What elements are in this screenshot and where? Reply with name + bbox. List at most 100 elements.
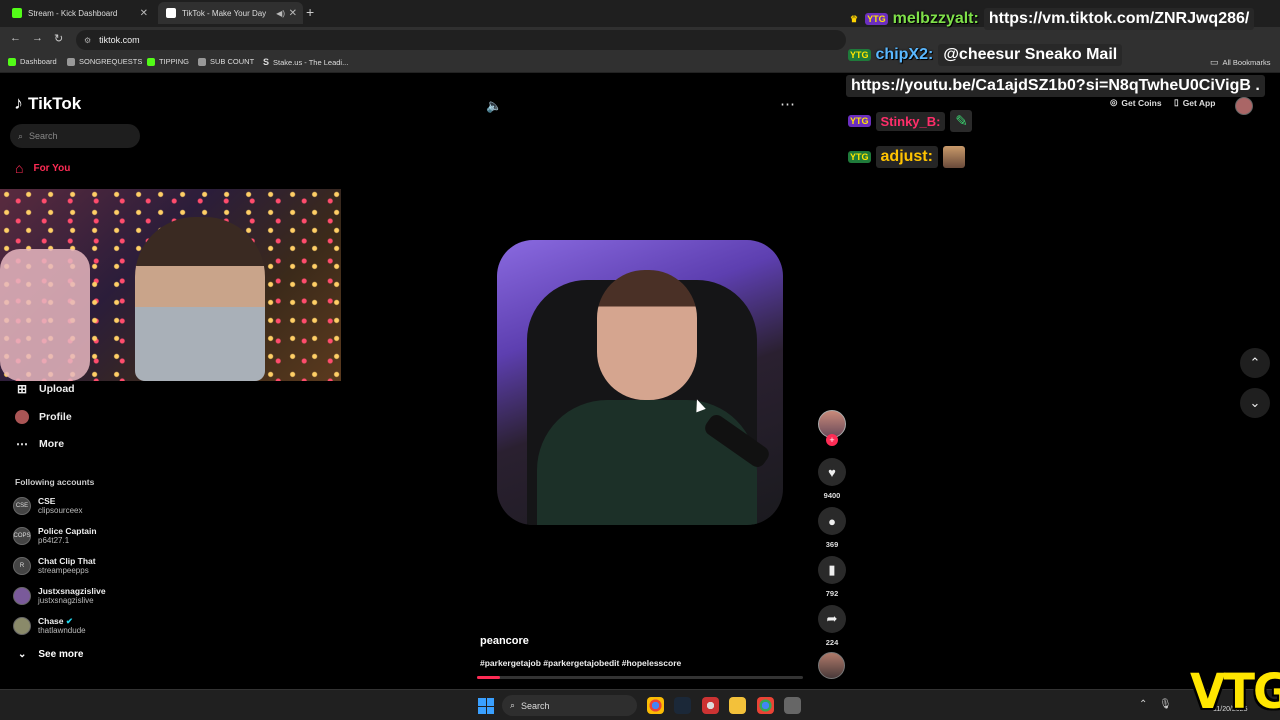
account-avatar xyxy=(13,587,31,605)
all-bookmarks[interactable]: ▭ All Bookmarks xyxy=(1210,57,1270,68)
follow-plus-icon[interactable]: + xyxy=(826,434,838,446)
chrome-icon[interactable] xyxy=(647,697,664,714)
save-count: 792 xyxy=(825,589,839,598)
chat-message: YTG adjust: xyxy=(848,146,965,168)
account-name: Justxsnagzislive xyxy=(38,586,106,596)
tray-chevron-up-icon[interactable]: ⌃ xyxy=(1139,699,1147,710)
save-button[interactable]: ▮ 792 xyxy=(817,556,847,598)
share-icon: ➦ xyxy=(818,605,846,633)
forward-icon[interactable]: → xyxy=(32,32,43,44)
see-more-button[interactable]: ⌄ See more xyxy=(18,649,83,660)
stake-icon: S xyxy=(263,57,270,67)
account-name: Chat Clip That xyxy=(38,556,96,566)
taskbar-search-label: Search xyxy=(521,700,550,711)
comment-button[interactable]: ● 369 xyxy=(817,507,847,549)
account-handle: justxsnagzislive xyxy=(38,596,94,605)
chevron-down-icon: ⌄ xyxy=(1249,395,1261,410)
url-text: tiktok.com xyxy=(99,35,140,45)
kick-favicon-icon xyxy=(12,8,22,18)
bookmark-label: TIPPING xyxy=(159,57,190,66)
tiktok-logo[interactable]: ♪ TikTok xyxy=(14,93,81,114)
like-count: 9400 xyxy=(823,491,841,500)
chat-message: https://youtu.be/Ca1ajdSZ1b0?si=N8qTwheU… xyxy=(846,75,1265,97)
steam-icon[interactable] xyxy=(674,697,691,714)
windows-start-icon[interactable] xyxy=(478,698,494,714)
bookmark-stake[interactable]: S Stake.us - The Leadi... xyxy=(263,57,348,67)
bookmark-tipping[interactable]: TIPPING xyxy=(147,57,189,66)
url-input[interactable]: ⚙ tiktok.com xyxy=(76,30,846,50)
reload-icon[interactable]: ↻ xyxy=(54,32,63,45)
brand-name: TikTok xyxy=(28,93,82,113)
bookmark-dashboard[interactable]: Dashboard xyxy=(8,57,57,66)
creator-avatar[interactable]: + xyxy=(817,410,847,446)
kick-icon xyxy=(147,57,155,66)
site-info-icon[interactable]: ⚙ xyxy=(84,36,91,45)
more-options-icon[interactable]: ⋯ xyxy=(780,95,795,113)
profile-avatar-mini[interactable] xyxy=(1235,97,1253,115)
following-account[interactable]: COPS Police Captain p64t27.1 xyxy=(13,526,97,546)
account-handle: thatlawndude xyxy=(38,626,86,635)
search-icon: ⌕ xyxy=(510,700,516,710)
previous-video-button[interactable]: ⌃ xyxy=(1240,348,1270,378)
next-video-button[interactable]: ⌄ xyxy=(1240,388,1270,418)
gaming-chair xyxy=(0,249,90,381)
get-coins-label: Get Coins xyxy=(1121,97,1162,108)
tab-title: Stream - Kick Dashboard xyxy=(28,8,118,18)
volume-icon[interactable]: 🔈 xyxy=(486,98,502,114)
chat-message: ♛ YTG melbzzyalt: https://vm.tiktok.com/… xyxy=(848,8,1255,30)
taskbar-search[interactable]: ⌕ Search xyxy=(502,695,637,716)
nav-label: Upload xyxy=(39,383,75,395)
video-player[interactable] xyxy=(497,240,783,525)
all-bookmarks-label: All Bookmarks xyxy=(1222,58,1271,67)
file-explorer-icon[interactable] xyxy=(729,697,746,714)
microphone-icon[interactable]: 🎙 xyxy=(1159,699,1172,710)
video-hashtags[interactable]: #parkergetajob #parkergetajobedit #hopel… xyxy=(480,658,681,668)
chat-text: @cheesur Sneako Mail xyxy=(938,44,1123,66)
account-name: Chase ✔ xyxy=(38,616,74,626)
streamer-webcam-overlay xyxy=(0,189,341,381)
nav-upload[interactable]: ⊞ Upload xyxy=(15,382,75,396)
following-account[interactable]: Chase ✔ thatlawndude xyxy=(13,616,86,636)
account-avatar: COPS xyxy=(13,527,31,545)
nav-more[interactable]: ⋯ More xyxy=(15,437,64,451)
obs-icon[interactable] xyxy=(702,697,719,714)
crown-badge-icon: ♛ xyxy=(850,13,859,24)
video-username[interactable]: peancore xyxy=(480,635,529,647)
bookmark-songrequests[interactable]: SONGREQUESTS xyxy=(67,57,142,66)
following-account[interactable]: R Chat Clip That streampeepps xyxy=(13,556,96,576)
chevron-up-icon: ⌃ xyxy=(1249,355,1261,370)
nav-for-you[interactable]: ⌂ For You xyxy=(15,160,70,176)
close-tab-icon[interactable]: ✕ xyxy=(140,8,148,19)
chat-username: melbzzyalt: xyxy=(892,10,979,27)
close-tab-icon[interactable]: ✕ xyxy=(289,8,297,19)
new-tab-button[interactable]: + xyxy=(306,4,314,20)
settings-gear-icon[interactable] xyxy=(784,697,801,714)
video-progress-bar[interactable] xyxy=(477,676,803,679)
following-account[interactable]: Justxsnagzislive justxsnagzislive xyxy=(13,586,106,606)
bookmark-sub-count[interactable]: SUB COUNT xyxy=(198,57,254,66)
tab-kick-dashboard[interactable]: Stream - Kick Dashboard ✕ xyxy=(4,2,154,24)
account-avatar: CSE xyxy=(13,497,31,515)
chrome-profile-icon[interactable] xyxy=(757,697,774,714)
search-input[interactable]: ⌕ Search xyxy=(10,124,140,148)
chat-text: https://vm.tiktok.com/ZNRJwq286/ xyxy=(983,8,1255,30)
chat-message: YTG chipX2: @cheesur Sneako Mail xyxy=(848,44,1123,66)
tiktok-favicon-icon xyxy=(166,8,176,18)
streamelements-icon xyxy=(67,57,75,66)
like-button[interactable]: ♥ 9400 xyxy=(817,458,847,500)
tab-tiktok[interactable]: TikTok - Make Your Day ◀) ✕ xyxy=(158,2,303,24)
nav-profile[interactable]: Profile xyxy=(15,410,72,424)
back-icon[interactable]: ← xyxy=(10,32,21,44)
audio-playing-icon[interactable]: ◀) xyxy=(276,9,285,18)
windows-taskbar: ⌕ Search ⌃ 🎙 11/20/2025 xyxy=(0,689,1280,720)
share-button[interactable]: ➦ 224 xyxy=(817,605,847,647)
streamelements-icon xyxy=(198,57,206,66)
get-app-button[interactable]: ▯ Get App xyxy=(1174,97,1215,108)
get-coins-button[interactable]: ◎ Get Coins xyxy=(1110,97,1162,108)
progress-fill xyxy=(477,676,500,679)
ytg-badge-icon: YTG xyxy=(848,49,871,61)
following-account[interactable]: CSE CSE clipsourceex xyxy=(13,496,82,516)
profile-avatar xyxy=(15,410,29,424)
music-disc-icon[interactable] xyxy=(818,652,845,679)
tiktok-note-icon: ♪ xyxy=(14,93,23,113)
